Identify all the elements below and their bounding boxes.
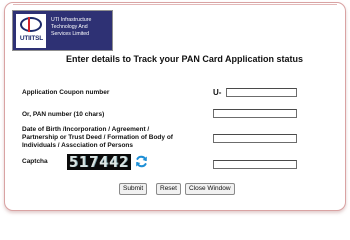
pan-label: Or, PAN number (10 chars) xyxy=(22,111,105,118)
reset-button[interactable]: Reset xyxy=(156,183,181,195)
logo-line: Technology And xyxy=(51,24,88,30)
page-title: Enter details to Track your PAN Card App… xyxy=(66,54,304,64)
coupon-label: Application Coupon number xyxy=(22,89,110,96)
close-window-button[interactable]: Close Window xyxy=(185,183,235,195)
coupon-number-input[interactable] xyxy=(226,88,297,97)
dob-label-line: Partnership or Trust Deed / Formation of… xyxy=(22,134,173,141)
captcha-image: 517442 xyxy=(67,153,131,171)
logo-company-name: UTI Infrastructure Technology And Servic… xyxy=(51,17,111,38)
logo-wordmark: UTIITSL xyxy=(19,35,44,42)
refresh-icon[interactable] xyxy=(135,155,148,168)
logo-line: UTI Infrastructure xyxy=(51,17,92,23)
utiitsl-logo: UTIITSL UTI Infrastructure Technology An… xyxy=(12,10,113,51)
uti-emblem-icon xyxy=(20,17,42,32)
dob-label-line: Date of Birth /Incorporation / Agreement… xyxy=(22,126,150,133)
page: UTIITSL UTI Infrastructure Technology An… xyxy=(0,0,350,219)
dob-input[interactable] xyxy=(213,134,297,143)
pan-number-input[interactable] xyxy=(213,109,297,118)
captcha-input[interactable] xyxy=(213,160,297,169)
dob-label: Date of Birth /Incorporation / Agreement… xyxy=(22,126,173,150)
panel-divider xyxy=(13,4,337,5)
submit-button[interactable]: Submit xyxy=(119,183,148,195)
logo-line: Services Limited xyxy=(51,31,90,37)
coupon-prefix: U- xyxy=(213,88,222,97)
logo-emblem-box: UTIITSL xyxy=(16,14,46,48)
captcha-label: Captcha xyxy=(22,158,48,165)
dob-label-line: Individuals / Asscciation of Persons xyxy=(22,142,134,149)
